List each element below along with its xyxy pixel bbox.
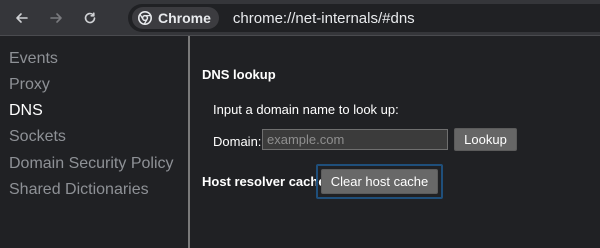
forward-button[interactable]	[44, 6, 68, 30]
chrome-icon	[138, 11, 152, 25]
sidebar-item-events[interactable]: Events	[9, 51, 58, 67]
dns-lookup-title: DNS lookup	[202, 67, 276, 82]
sidebar: Events Proxy DNS Sockets Domain Security…	[0, 36, 190, 248]
domain-input[interactable]	[262, 129, 448, 150]
arrow-right-icon	[50, 12, 62, 23]
sidebar-item-shared-dictionaries[interactable]: Shared Dictionaries	[9, 182, 149, 198]
clear-host-cache-button[interactable]: Clear host cache	[321, 169, 438, 194]
reload-button[interactable]	[78, 6, 102, 30]
domain-instructions: Input a domain name to look up:	[213, 102, 399, 117]
site-info-chip[interactable]: Chrome	[132, 7, 219, 29]
browser-toolbar: Chrome chrome://net-internals/#dns	[0, 0, 600, 36]
sidebar-item-sockets[interactable]: Sockets	[9, 129, 66, 145]
sidebar-item-domain-security-policy[interactable]: Domain Security Policy	[9, 156, 174, 172]
address-bar[interactable]: Chrome chrome://net-internals/#dns	[128, 4, 600, 32]
domain-label: Domain:	[213, 134, 262, 149]
sidebar-item-dns[interactable]: DNS	[9, 103, 43, 119]
arrow-left-icon	[16, 12, 28, 23]
dns-content: DNS lookup Input a domain name to look u…	[192, 36, 600, 248]
url-text[interactable]: chrome://net-internals/#dns	[233, 10, 415, 27]
sidebar-item-proxy[interactable]: Proxy	[9, 77, 50, 93]
back-button[interactable]	[10, 6, 34, 30]
host-resolver-cache-label: Host resolver cache	[202, 174, 326, 189]
reload-icon	[84, 11, 96, 23]
chip-label: Chrome	[158, 10, 211, 26]
lookup-button[interactable]: Lookup	[454, 128, 517, 151]
